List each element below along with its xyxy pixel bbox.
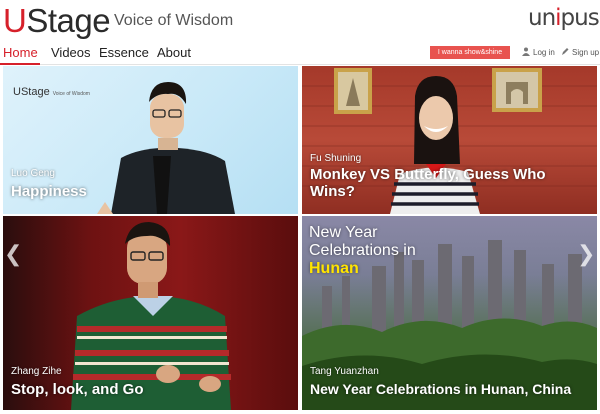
- ustage-logo[interactable]: UStage: [3, 2, 111, 40]
- site-header: UStage Voice of Wisdom unipus: [0, 0, 600, 44]
- speaker-name: Zhang Zihe: [11, 366, 62, 377]
- speaker-name: Luo Geng: [11, 168, 55, 179]
- nav-videos[interactable]: Videos: [51, 44, 91, 61]
- carousel-next-arrow-icon[interactable]: ❯: [577, 242, 595, 267]
- logo-stage: Stage: [26, 2, 111, 39]
- signup-label: Sign up: [572, 48, 600, 57]
- unipus-logo[interactable]: unipus: [528, 5, 600, 31]
- title-line-1: Monkey VS Butterfly, Guess Who: [310, 166, 546, 183]
- speaker-name: Tang Yuanzhan: [310, 366, 379, 377]
- overlay-line-1: New Year: [309, 224, 378, 241]
- login-link[interactable]: Log in: [522, 47, 555, 58]
- video-tile-fu-shuning[interactable]: Fu Shuning Monkey VS Butterfly, Guess Wh…: [302, 66, 597, 214]
- video-tile-zhang-zihe[interactable]: Zhang Zihe Stop, look, and Go: [3, 216, 298, 410]
- main-nav: Home Videos Essence About: [0, 44, 600, 65]
- user-icon: [522, 47, 530, 56]
- carousel-prev-arrow-icon[interactable]: ❮: [4, 242, 22, 267]
- brand-part-b: pus: [560, 5, 600, 31]
- pencil-icon: [562, 48, 569, 55]
- show-and-shine-button[interactable]: I wanna show&shine: [430, 46, 510, 59]
- ustage-watermark: UStage Voice of Wisdom: [13, 86, 90, 98]
- title-line-2: Wins?: [310, 183, 355, 200]
- overlay-line-3: Hunan: [309, 260, 359, 277]
- nav-home[interactable]: Home: [3, 44, 38, 61]
- brand-part-a: un: [528, 5, 556, 31]
- watermark-logo: UStage: [13, 86, 50, 98]
- nav-about[interactable]: About: [157, 44, 191, 61]
- video-title: Stop, look, and Go: [11, 381, 144, 398]
- signup-link[interactable]: Sign up: [561, 47, 599, 58]
- video-title: Happiness: [11, 183, 87, 200]
- logo-u: U: [3, 2, 27, 39]
- speaker-name: Fu Shuning: [310, 153, 362, 164]
- login-label: Log in: [533, 48, 555, 57]
- overlay-line-2: Celebrations in: [309, 242, 416, 259]
- nav-essence[interactable]: Essence: [99, 44, 149, 61]
- video-tile-luo-geng[interactable]: UStage Voice of Wisdom Luo Geng Happiness: [3, 66, 298, 214]
- video-title: New Year Celebrations in Hunan, China: [310, 381, 572, 397]
- title-overlay: New Year Celebrations in Hunan: [309, 224, 416, 278]
- site-tagline: Voice of Wisdom: [114, 12, 234, 29]
- video-tile-tang-yuanzhan[interactable]: New Year Celebrations in Hunan Tang Yuan…: [302, 216, 597, 410]
- watermark-tag: Voice of Wisdom: [52, 91, 90, 97]
- video-title: Monkey VS Butterfly, Guess Who Wins?: [310, 166, 546, 200]
- video-grid: UStage Voice of Wisdom Luo Geng Happiness…: [0, 64, 600, 414]
